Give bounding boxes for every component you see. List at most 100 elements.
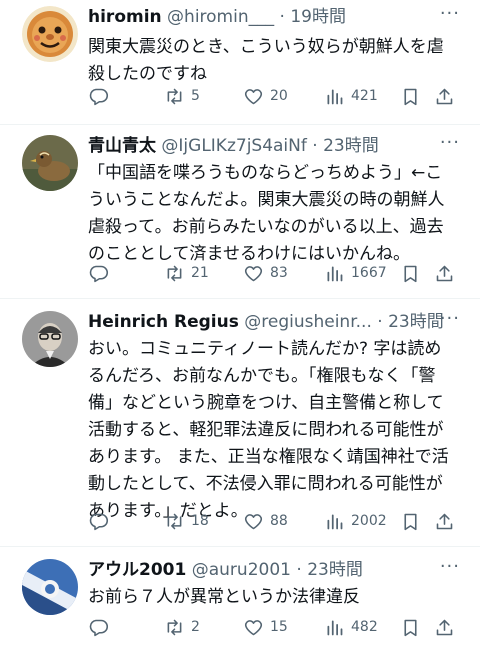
heart-icon (244, 265, 263, 281)
bookmark-button[interactable] (400, 615, 421, 639)
share-icon (436, 265, 453, 281)
display-name[interactable]: hiromin (88, 7, 162, 27)
like-count: 15 (270, 619, 288, 635)
tweet-text: おい。コミュニティノート読んだか? 字は読め るんだろ、お前なんかでも。「権限も… (88, 339, 449, 521)
views-icon (327, 620, 343, 635)
retweet-count: 21 (191, 265, 209, 281)
tweet-actions: 18 88 2002 (88, 509, 466, 533)
retweet-button[interactable]: 2 (164, 615, 200, 639)
share-icon (436, 88, 453, 104)
user-handle[interactable]: @IjGLIKz7jS4aiNf (161, 136, 306, 156)
views-icon (327, 89, 343, 104)
tweet-actions: 5 20 421 (88, 84, 466, 108)
avatar-duck-image (22, 135, 78, 191)
share-button[interactable] (434, 509, 455, 533)
timestamp[interactable]: 23時間 (388, 312, 444, 332)
more-icon[interactable]: ··· (440, 133, 460, 153)
tweet[interactable]: Heinrich Regius @regiusheinr... · 23時間 ·… (0, 299, 480, 547)
tweet-header: アウル2001 @auru2001 · 23時間 (88, 557, 466, 583)
avatar-bread-face-image (22, 6, 78, 62)
reply-button[interactable] (88, 615, 115, 639)
views-button[interactable]: 482 (324, 615, 378, 639)
reply-icon (89, 265, 109, 282)
retweet-count: 2 (191, 619, 200, 635)
retweet-button[interactable]: 18 (164, 509, 209, 533)
tweet-text: 「中国語を喋ろうものならどっちめよう」←こ ういうことなんだよ。関東大震災の時の… (88, 163, 445, 264)
views-count: 482 (351, 619, 378, 635)
share-button[interactable] (434, 615, 455, 639)
user-handle[interactable]: @regiusheinr... (244, 312, 372, 332)
timestamp[interactable]: 23時間 (323, 136, 379, 156)
views-button[interactable]: 2002 (324, 509, 387, 533)
views-count: 2002 (351, 513, 387, 529)
share-button[interactable] (434, 84, 455, 108)
views-icon (327, 514, 343, 529)
tweet-actions: 2 15 482 (88, 615, 466, 639)
separator-dot: · (296, 560, 302, 580)
bookmark-icon (404, 513, 417, 530)
bookmark-icon (404, 619, 417, 636)
timestamp[interactable]: 23時間 (307, 560, 363, 580)
avatar[interactable] (22, 135, 78, 191)
tweet[interactable]: 青山青太 @IjGLIKz7jS4aiNf · 23時間 ··· 「中国語を喋ろ… (0, 125, 480, 299)
reply-icon (89, 513, 109, 530)
retweet-icon (167, 265, 182, 281)
bookmark-icon (404, 88, 417, 105)
avatar[interactable] (22, 6, 78, 62)
display-name[interactable]: 青山青太 (88, 136, 156, 156)
reply-button[interactable] (88, 509, 115, 533)
bookmark-button[interactable] (400, 84, 421, 108)
avatar-sports-team-image (22, 559, 78, 615)
more-icon[interactable]: ··· (440, 309, 460, 329)
like-button[interactable]: 88 (243, 509, 288, 533)
timestamp[interactable]: 19時間 (290, 7, 346, 27)
share-button[interactable] (434, 261, 455, 285)
timeline: hiromin @hiromin___ · 19時間 ··· 関東大震災のとき、… (0, 0, 480, 645)
views-button[interactable]: 421 (324, 84, 378, 108)
tweet-header: 青山青太 @IjGLIKz7jS4aiNf · 23時間 (88, 133, 466, 159)
tweet-text: お前ら７人が異常というか法律違反 (88, 587, 360, 607)
like-count: 83 (270, 265, 288, 281)
bookmark-button[interactable] (400, 509, 421, 533)
user-handle[interactable]: @hiromin___ (167, 7, 274, 27)
tweet-header: hiromin @hiromin___ · 19時間 (88, 4, 466, 30)
separator-dot: · (312, 136, 318, 156)
avatar-portrait-image (22, 311, 78, 367)
retweet-button[interactable]: 5 (164, 84, 200, 108)
views-button[interactable]: 1667 (324, 261, 387, 285)
display-name[interactable]: アウル2001 (88, 560, 186, 580)
like-button[interactable]: 83 (243, 261, 288, 285)
reply-button[interactable] (88, 261, 115, 285)
retweet-count: 18 (191, 513, 209, 529)
views-count: 1667 (351, 265, 387, 281)
avatar[interactable] (22, 559, 78, 615)
retweet-count: 5 (191, 88, 200, 104)
more-icon[interactable]: ··· (440, 4, 460, 24)
tweet-text: 関東大震災のとき、こういう奴らが朝鮮人を虐 殺したのですね (88, 37, 444, 84)
heart-icon (244, 513, 263, 529)
tweet-header: Heinrich Regius @regiusheinr... · 23時間 (88, 309, 466, 335)
bookmark-button[interactable] (400, 261, 421, 285)
like-button[interactable]: 20 (243, 84, 288, 108)
tweet[interactable]: hiromin @hiromin___ · 19時間 ··· 関東大震災のとき、… (0, 0, 480, 125)
tweet-actions: 21 83 1667 (88, 261, 466, 285)
separator-dot: · (279, 7, 285, 27)
bookmark-icon (404, 265, 417, 282)
retweet-button[interactable]: 21 (164, 261, 209, 285)
like-button[interactable]: 15 (243, 615, 288, 639)
avatar[interactable] (22, 311, 78, 367)
user-handle[interactable]: @auru2001 (192, 560, 291, 580)
separator-dot: · (377, 312, 383, 332)
like-count: 20 (270, 88, 288, 104)
retweet-icon (167, 513, 182, 529)
views-icon (327, 266, 343, 281)
display-name[interactable]: Heinrich Regius (88, 312, 239, 332)
reply-button[interactable] (88, 84, 115, 108)
more-icon[interactable]: ··· (440, 557, 460, 577)
share-icon (436, 619, 453, 635)
heart-icon (244, 88, 263, 104)
heart-icon (244, 619, 263, 635)
reply-icon (89, 88, 109, 105)
tweet[interactable]: アウル2001 @auru2001 · 23時間 ··· お前ら７人が異常という… (0, 547, 480, 645)
retweet-icon (167, 619, 182, 635)
